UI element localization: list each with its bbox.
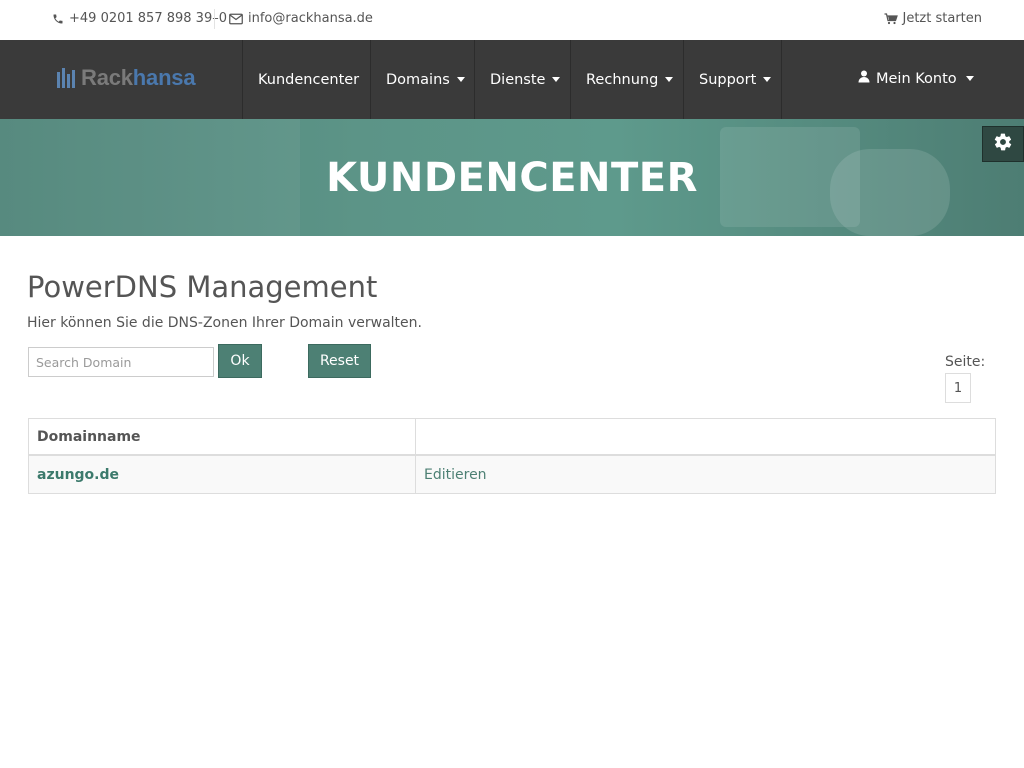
nav-domains[interactable]: Domains xyxy=(370,40,474,119)
brand-logo[interactable]: Rackhansa xyxy=(57,65,196,91)
table-row: azungo.de Editieren xyxy=(29,456,995,493)
top-bar: +49 0201 857 898 39–0 info@rackhansa.de … xyxy=(0,0,1024,40)
phone-number: +49 0201 857 898 39–0 xyxy=(69,11,227,26)
primary-nav: Kundencenter Domains Dienste Rechnung Su… xyxy=(242,40,782,119)
account-label: Mein Konto xyxy=(876,70,957,87)
divider xyxy=(214,9,215,29)
table-header-row: Domainname xyxy=(29,419,995,456)
nav-dienste[interactable]: Dienste xyxy=(474,40,570,119)
caret-down-icon xyxy=(456,77,465,82)
caret-down-icon xyxy=(665,77,674,82)
column-header-actions xyxy=(416,419,995,454)
contact-phone[interactable]: +49 0201 857 898 39–0 xyxy=(52,11,227,26)
email-address: info@rackhansa.de xyxy=(248,11,373,26)
user-icon xyxy=(858,70,870,87)
domain-link[interactable]: azungo.de xyxy=(37,467,119,483)
settings-toggle-button[interactable] xyxy=(982,126,1024,162)
brand-name: Rackhansa xyxy=(81,65,196,90)
cart-link[interactable]: Jetzt starten xyxy=(884,11,983,26)
caret-down-icon xyxy=(552,77,561,82)
logo-bars-icon xyxy=(57,68,75,88)
domain-cell: azungo.de xyxy=(29,456,416,493)
account-menu[interactable]: Mein Konto xyxy=(858,70,974,87)
edit-link[interactable]: Editieren xyxy=(424,467,487,483)
ok-button[interactable]: Ok xyxy=(218,344,262,378)
column-header-domainname: Domainname xyxy=(29,419,416,454)
contact-email[interactable]: info@rackhansa.de xyxy=(229,11,373,26)
domain-table: Domainname azungo.de Editieren xyxy=(28,418,996,494)
pagination-page-1[interactable]: 1 xyxy=(945,373,971,403)
nav-kundencenter[interactable]: Kundencenter xyxy=(242,40,370,119)
reset-button[interactable]: Reset xyxy=(308,344,371,378)
envelope-icon xyxy=(229,13,243,25)
gear-icon xyxy=(993,132,1013,156)
page-description: Hier können Sie die DNS-Zonen Ihrer Doma… xyxy=(27,315,422,331)
shopping-cart-icon xyxy=(884,12,898,25)
cart-label: Jetzt starten xyxy=(902,11,983,26)
search-domain-input[interactable] xyxy=(28,347,214,377)
banner-title: KUNDENCENTER xyxy=(326,155,698,201)
caret-down-icon xyxy=(965,76,974,81)
nav-rechnung[interactable]: Rechnung xyxy=(570,40,683,119)
pagination-label: Seite: xyxy=(945,354,986,370)
phone-icon xyxy=(52,13,64,25)
page-title: PowerDNS Management xyxy=(27,270,378,304)
caret-down-icon xyxy=(763,77,772,82)
main-navbar: Rackhansa Kundencenter Domains Dienste R… xyxy=(0,40,1024,119)
nav-support[interactable]: Support xyxy=(683,40,782,119)
hero-banner: KUNDENCENTER xyxy=(0,119,1024,236)
action-cell: Editieren xyxy=(416,456,995,493)
